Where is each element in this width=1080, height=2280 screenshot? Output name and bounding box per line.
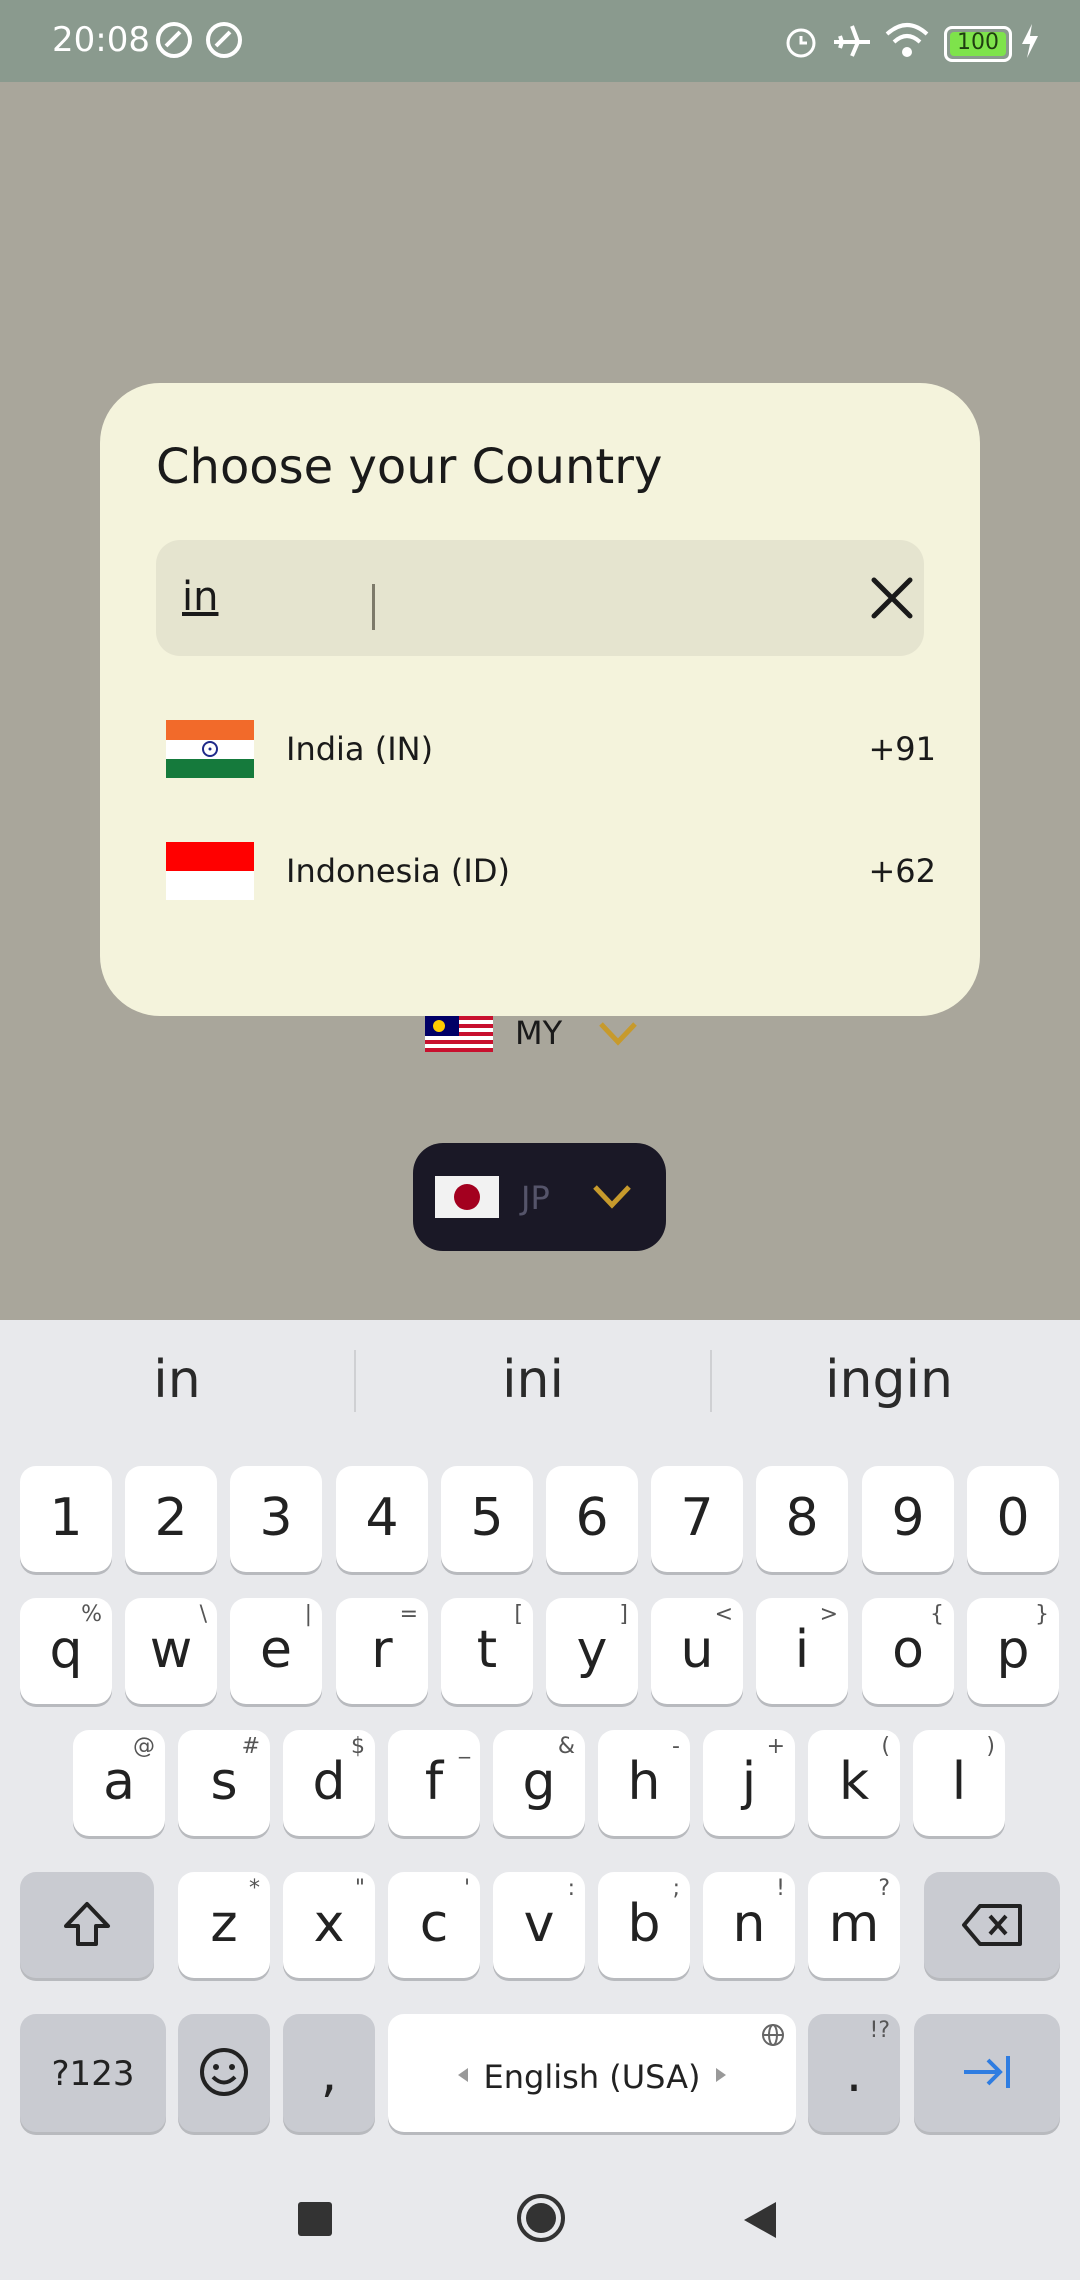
key-v[interactable]: :v (493, 1872, 585, 1978)
key-6[interactable]: 6 (546, 1466, 638, 1572)
key-k[interactable]: (k (808, 1730, 900, 1836)
arrow-right-icon (716, 2068, 726, 2082)
dialog-title: Choose your Country (156, 439, 663, 495)
key-1[interactable]: 1 (20, 1466, 112, 1572)
period-key[interactable]: !? . (808, 2014, 900, 2132)
key-g[interactable]: & g (493, 1730, 585, 1836)
key-b[interactable]: ; b (598, 1872, 690, 1978)
letter-row-1: % q \ w | e = r [t ] y < u > i {o } p (0, 1598, 1080, 1708)
indonesia-flag-icon (166, 842, 254, 900)
key-7[interactable]: 7 (651, 1466, 743, 1572)
suggestion-bar: in ini ingin (0, 1320, 1080, 1445)
search-input[interactable]: in (156, 540, 924, 656)
country-name: India (IN) (286, 730, 434, 768)
number-row: 1 2 3 4 5 6 7 8 9 0 (0, 1466, 1080, 1576)
key-f[interactable]: _ f (388, 1730, 480, 1836)
dial-code: +91 (868, 730, 936, 768)
alarm-icon (786, 28, 816, 58)
key-z[interactable]: * z (178, 1872, 270, 1978)
letter-row-2: @ a # s $ d _ f & g -h + j (k ) l (0, 1730, 1080, 1840)
country-item-india[interactable]: India (IN) +91 (156, 702, 936, 802)
chevron-down-icon (599, 1022, 637, 1046)
key-s[interactable]: # s (178, 1730, 270, 1836)
key-a[interactable]: @ a (73, 1730, 165, 1836)
recents-button-icon[interactable] (298, 2202, 332, 2236)
japan-flag-icon (435, 1176, 499, 1218)
notification-icon (156, 22, 192, 58)
india-flag-icon (166, 720, 254, 778)
key-0[interactable]: 0 (967, 1466, 1059, 1572)
key-t[interactable]: [t (441, 1598, 533, 1704)
search-input-value[interactable]: in (182, 574, 218, 620)
country-code-jp: JP (521, 1179, 550, 1217)
key-e[interactable]: | e (230, 1598, 322, 1704)
status-bar: 20:08 100 (0, 0, 1080, 82)
key-h[interactable]: -h (598, 1730, 690, 1836)
country-name: Indonesia (ID) (286, 852, 510, 890)
country-selector-jp[interactable]: JP (413, 1143, 666, 1251)
key-m[interactable]: ? m (808, 1872, 900, 1978)
key-5[interactable]: 5 (441, 1466, 533, 1572)
airplane-icon (834, 25, 870, 57)
divider (354, 1350, 356, 1412)
key-y[interactable]: ] y (546, 1598, 638, 1704)
suggestion-3[interactable]: ingin (714, 1350, 1064, 1410)
shift-key[interactable] (20, 1872, 154, 1978)
divider (710, 1350, 712, 1412)
key-2[interactable]: 2 (125, 1466, 217, 1572)
dial-code: +62 (868, 852, 936, 890)
key-o[interactable]: {o (862, 1598, 954, 1704)
clear-search-icon[interactable] (864, 570, 920, 626)
suggestion-2[interactable]: ini (358, 1350, 708, 1410)
key-w[interactable]: \ w (125, 1598, 217, 1704)
text-cursor (372, 584, 375, 630)
key-l[interactable]: ) l (913, 1730, 1005, 1836)
key-q[interactable]: % q (20, 1598, 112, 1704)
emoji-icon (200, 2048, 248, 2096)
battery-level: 100 (957, 30, 999, 55)
battery-icon: 100 (944, 26, 1012, 62)
key-i[interactable]: > i (756, 1598, 848, 1704)
key-j[interactable]: + j (703, 1730, 795, 1836)
key-8[interactable]: 8 (756, 1466, 848, 1572)
suggestion-1[interactable]: in (2, 1350, 352, 1410)
country-item-indonesia[interactable]: Indonesia (ID) +62 (156, 824, 936, 924)
country-picker-dialog: Choose your Country in India (IN) +91 In… (100, 383, 980, 1016)
key-n[interactable]: ! n (703, 1872, 795, 1978)
letter-row-3: * z " x ' c :v ; b ! n ? m (0, 1872, 1080, 1982)
comma-key[interactable]: , (283, 2014, 375, 2132)
malaysia-flag-icon (425, 1016, 493, 1052)
key-r[interactable]: = r (336, 1598, 428, 1704)
back-button-icon[interactable] (742, 2200, 778, 2240)
system-nav-bar (0, 2170, 1080, 2280)
notification-icon-2 (206, 22, 242, 58)
charging-icon (1022, 24, 1038, 58)
key-c[interactable]: ' c (388, 1872, 480, 1978)
tab-next-key[interactable] (914, 2014, 1060, 2132)
home-button-icon[interactable] (515, 2192, 567, 2244)
chevron-down-icon (593, 1185, 631, 1209)
emoji-key[interactable] (178, 2014, 270, 2132)
wifi-icon (885, 23, 929, 57)
symbols-key[interactable]: ?123 (20, 2014, 166, 2132)
bottom-row: ?123 , English (USA) !? . (0, 2014, 1080, 2134)
space-key[interactable]: English (USA) (388, 2014, 796, 2132)
soft-keyboard: in ini ingin 1 2 3 4 5 6 7 8 9 0 % q \ w |… (0, 1320, 1080, 2220)
key-4[interactable]: 4 (336, 1466, 428, 1572)
key-u[interactable]: < u (651, 1598, 743, 1704)
globe-icon (762, 2024, 784, 2046)
shift-icon (64, 1902, 110, 1946)
status-time: 20:08 (52, 20, 150, 60)
key-p[interactable]: } p (967, 1598, 1059, 1704)
key-d[interactable]: $ d (283, 1730, 375, 1836)
key-9[interactable]: 9 (862, 1466, 954, 1572)
country-code-my: MY (515, 1014, 563, 1052)
key-x[interactable]: " x (283, 1872, 375, 1978)
key-3[interactable]: 3 (230, 1466, 322, 1572)
tab-arrow-icon (964, 2056, 1010, 2088)
backspace-key[interactable] (924, 1872, 1060, 1978)
backspace-icon (962, 1904, 1022, 1946)
